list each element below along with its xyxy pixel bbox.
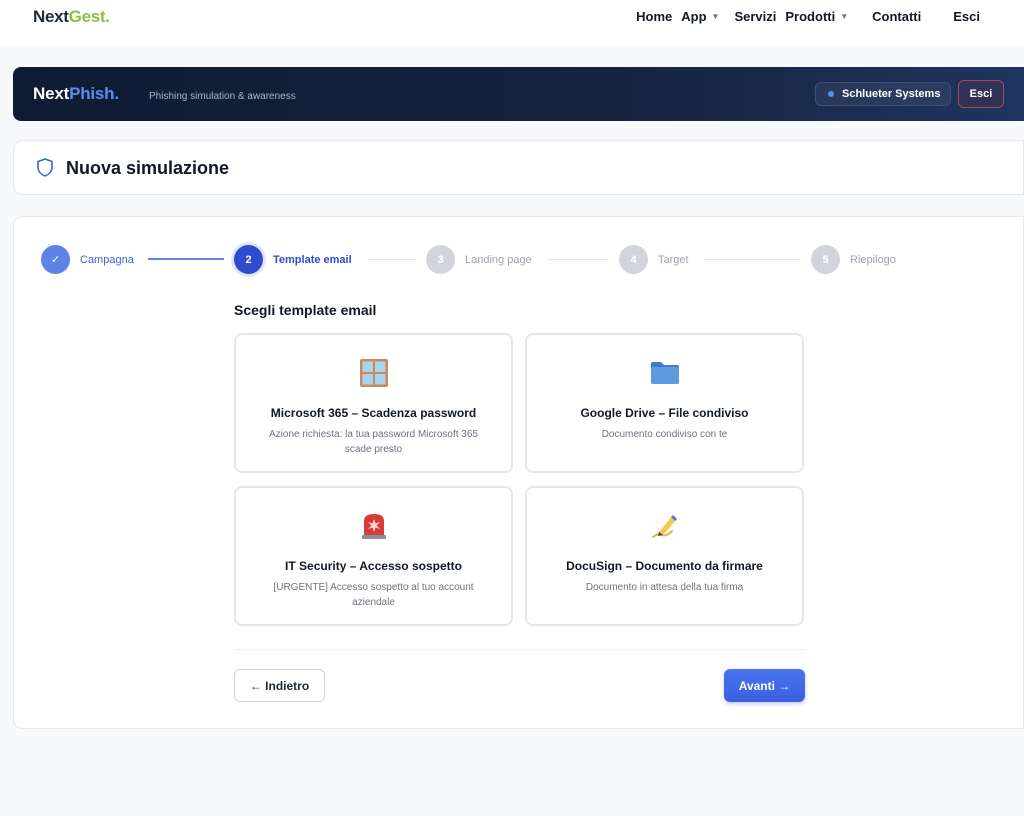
top-navigation: NextGest. Home App ▼ Servizi Prodotti ▼ Co… bbox=[0, 0, 1024, 46]
brand-main: Next bbox=[33, 7, 69, 26]
nav-prodotti-label: Prodotti bbox=[785, 9, 836, 24]
template-description: [URGENTE] Accesso sospetto al tuo accoun… bbox=[273, 582, 474, 608]
template-name: Google Drive – File condiviso bbox=[580, 406, 749, 420]
template-card-docusign[interactable]: DocuSign – Documento da firmare Document… bbox=[525, 486, 804, 626]
nextphish-logo[interactable]: NextPhish. bbox=[33, 84, 119, 104]
organization-badge[interactable]: Schlueter Systems bbox=[815, 82, 951, 106]
step-number: 5 bbox=[811, 245, 840, 274]
hero-brand-accent: Phish. bbox=[69, 84, 119, 103]
organization-name: Schlueter Systems bbox=[842, 88, 941, 100]
template-name: Microsoft 365 – Scadenza password bbox=[270, 406, 477, 420]
template-description: Documento in attesa della tua firma bbox=[585, 582, 744, 593]
nav-app-link[interactable]: App ▼ bbox=[681, 9, 725, 24]
template-card-google-drive[interactable]: Google Drive – File condiviso Documento … bbox=[525, 333, 804, 473]
shield-icon bbox=[37, 158, 53, 182]
template-card-microsoft365[interactable]: Microsoft 365 – Scadenza password Azione… bbox=[234, 333, 513, 473]
step-label: Landing page bbox=[465, 253, 532, 266]
nav-servizi-link[interactable]: Servizi bbox=[734, 9, 776, 24]
folder-icon bbox=[527, 357, 802, 389]
template-description: Documento condiviso con te bbox=[601, 429, 728, 440]
nav-app-label: App bbox=[681, 9, 707, 24]
next-button[interactable]: Avanti → bbox=[724, 669, 805, 702]
logout-button[interactable]: Esci bbox=[958, 80, 1004, 108]
step-landing-page[interactable]: 3 Landing page bbox=[426, 245, 532, 274]
step-riepilogo[interactable]: 5 Riepilogo bbox=[811, 245, 896, 274]
page-header-card: Nuova simulazione bbox=[13, 140, 1024, 195]
nav-links: Home App ▼ Servizi Prodotti ▼ Contatti Esc… bbox=[627, 9, 980, 24]
app-subtitle: Phishing simulation & awareness bbox=[149, 91, 296, 102]
step-label: Target bbox=[658, 253, 689, 266]
footer-divider bbox=[234, 649, 805, 650]
app-header-bar: NextPhish. Phishing simulation & awarene… bbox=[13, 67, 1024, 121]
check-icon: ✓ bbox=[41, 245, 70, 274]
section-title: Scegli template email bbox=[234, 302, 377, 318]
nav-home-link[interactable]: Home bbox=[636, 9, 672, 24]
step-campagna[interactable]: ✓ Campagna bbox=[41, 245, 134, 274]
nextgest-logo[interactable]: NextGest. bbox=[33, 7, 110, 27]
template-name: IT Security – Accesso sospetto bbox=[285, 559, 462, 573]
nav-prodotti-link[interactable]: Prodotti ▼ bbox=[785, 9, 854, 24]
status-dot-icon bbox=[828, 91, 834, 97]
nav-logout-link[interactable]: Esci bbox=[953, 9, 980, 24]
template-description: Azione richiesta: la tua password Micros… bbox=[269, 429, 478, 455]
signature-icon bbox=[527, 510, 802, 542]
nav-contatti-link[interactable]: Contatti bbox=[872, 9, 921, 24]
wizard-card: ✓ Campagna 2 Template email 3 Landing pa… bbox=[13, 216, 1024, 729]
siren-icon bbox=[236, 510, 511, 542]
step-label: Campagna bbox=[80, 253, 134, 266]
back-button[interactable]: ← Indietro bbox=[234, 669, 325, 702]
hero-brand-main: Next bbox=[33, 84, 70, 103]
chevron-down-icon: ▼ bbox=[711, 12, 720, 21]
step-connector bbox=[549, 259, 609, 260]
template-name: DocuSign – Documento da firmare bbox=[566, 559, 763, 573]
step-number: 3 bbox=[426, 245, 455, 274]
step-number: 2 bbox=[234, 245, 263, 274]
step-template-email[interactable]: 2 Template email bbox=[234, 245, 352, 274]
step-connector bbox=[704, 259, 800, 260]
step-label: Riepilogo bbox=[850, 253, 896, 266]
step-connector bbox=[367, 259, 417, 260]
template-card-it-security[interactable]: IT Security – Accesso sospetto [URGENTE]… bbox=[234, 486, 513, 626]
step-connector bbox=[148, 258, 224, 260]
step-number: 4 bbox=[619, 245, 648, 274]
step-target[interactable]: 4 Target bbox=[619, 245, 689, 274]
page-title: Nuova simulazione bbox=[66, 158, 230, 178]
step-label: Template email bbox=[273, 253, 352, 266]
window-icon bbox=[236, 357, 511, 389]
brand-accent: Gest. bbox=[68, 7, 110, 26]
chevron-down-icon: ▼ bbox=[840, 12, 849, 21]
